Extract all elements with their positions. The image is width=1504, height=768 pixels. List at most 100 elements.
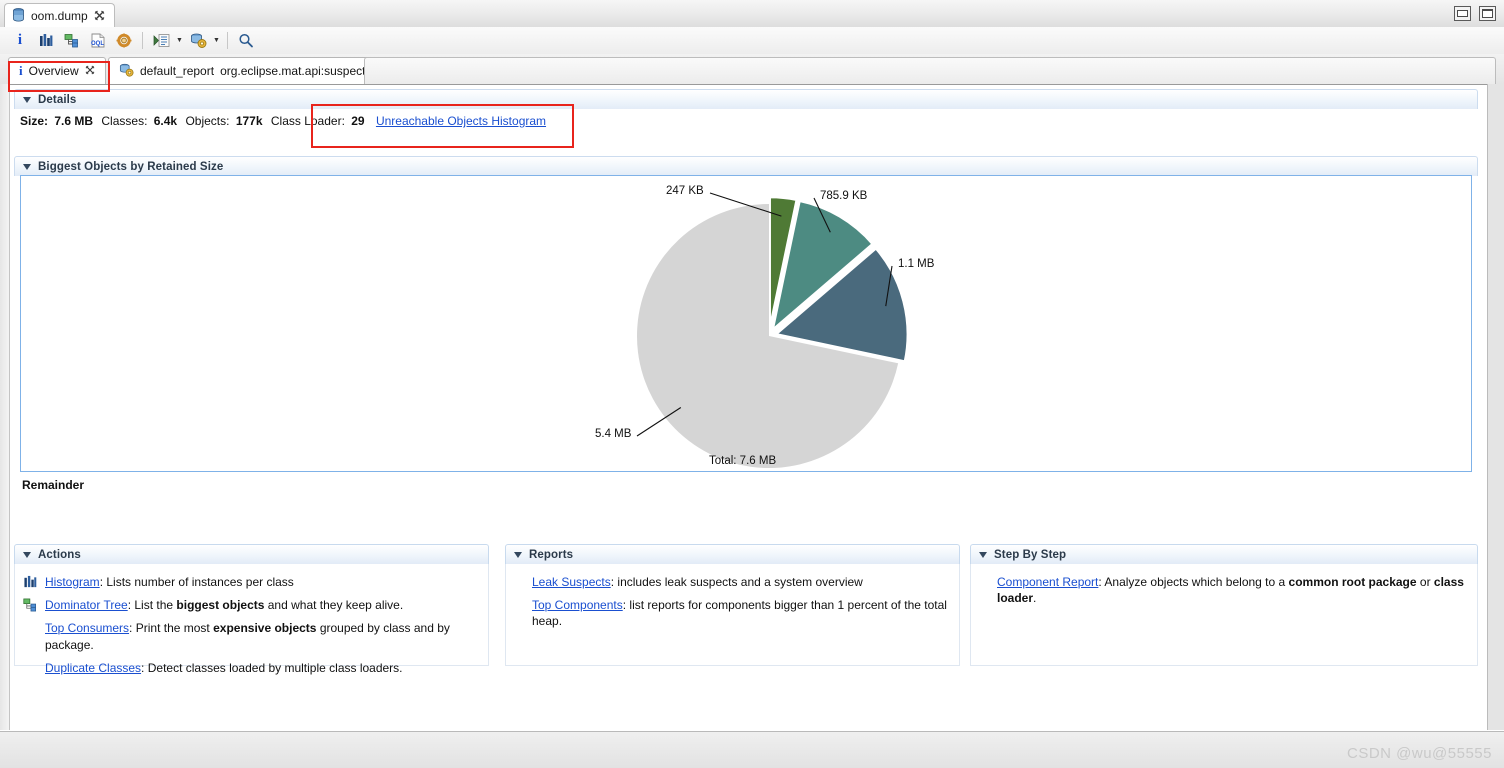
actions-panel: Actions Histogram: Lists number of insta…: [14, 544, 489, 675]
details-classes-label: Classes:: [101, 114, 148, 128]
tab-overview[interactable]: i Overview: [8, 57, 106, 84]
main-toolbar: i OQL ▼ ▼: [0, 27, 1504, 55]
run-expert-system-test-icon[interactable]: [186, 30, 210, 52]
action-item-dominator-tree[interactable]: Dominator Tree: List the biggest objects…: [23, 597, 480, 613]
actions-panel-title: Actions: [38, 548, 81, 561]
close-icon[interactable]: [94, 10, 105, 23]
report-item-leak-suspects[interactable]: Leak Suspects: includes leak suspects an…: [532, 574, 951, 590]
desc: Lists number of instances per class: [103, 575, 294, 589]
step-by-step-panel: Step By Step Component Report: Analyze o…: [970, 544, 1478, 666]
maximize-button[interactable]: [1479, 6, 1496, 21]
desc-pre: Print the most: [132, 621, 214, 636]
collapse-triangle-icon[interactable]: [979, 551, 987, 558]
desc-bold: biggest objects: [176, 598, 265, 613]
overview-info-icon[interactable]: i: [8, 30, 32, 52]
details-classes-value: 6.4k: [153, 114, 178, 128]
dominator-tree-icon: [23, 598, 39, 613]
histogram-icon: [23, 575, 39, 590]
reports-panel-header[interactable]: Reports: [505, 544, 960, 564]
pie-total-label: Total: 7.6 MB: [709, 455, 777, 467]
status-bar: 70M of 97M: [0, 731, 1504, 768]
action-item-histogram[interactable]: Histogram: Lists number of instances per…: [23, 574, 480, 590]
pie-label-247kb: 247 KB: [666, 185, 704, 197]
details-objects-label: Objects:: [185, 114, 230, 128]
dominator-tree-icon[interactable]: [60, 30, 84, 52]
view-tab-bar: i Overview default_report org.eclipse.ma…: [0, 54, 1504, 84]
expert-system-dropdown-arrow[interactable]: ▼: [212, 30, 221, 52]
right-gutter-scrollbar[interactable]: [1487, 84, 1504, 730]
actions-panel-header[interactable]: Actions: [14, 544, 489, 564]
blank-icon: [23, 621, 39, 636]
window-controls: [1454, 6, 1496, 21]
biggest-objects-section-header[interactable]: Biggest Objects by Retained Size: [14, 156, 1478, 176]
reports-panel-title: Reports: [529, 548, 574, 561]
desc-post: and what they keep alive.: [264, 598, 404, 613]
step-item-component-report[interactable]: Component Report: Analyze objects which …: [997, 574, 1469, 606]
dominator-tree-link[interactable]: Dominator Tree: [45, 598, 128, 612]
reports-panel-body: Leak Suspects: includes leak suspects an…: [505, 564, 960, 666]
toolbar-separator: [142, 32, 143, 49]
calculate-retained-size-icon[interactable]: [112, 30, 136, 52]
find-icon[interactable]: [234, 30, 258, 52]
actions-panel-body: Histogram: Lists number of instances per…: [14, 564, 489, 675]
histogram-link[interactable]: Histogram: [45, 575, 100, 589]
histogram-icon[interactable]: [34, 30, 58, 52]
toolbar-separator-2: [227, 32, 228, 49]
close-icon[interactable]: [85, 64, 95, 78]
details-objects-value: 177k: [235, 114, 263, 128]
action-item-top-consumers[interactable]: Top Consumers: Print the most expensive …: [23, 620, 480, 652]
details-summary-line: Size: 7.6 MB Classes: 6.4k Objects: 177k…: [20, 114, 546, 128]
pie-label-5-4mb: 5.4 MB: [595, 428, 632, 440]
duplicate-classes-link[interactable]: Duplicate Classes: [45, 661, 141, 675]
editor-tab-oom-dump[interactable]: oom.dump: [4, 3, 115, 28]
pie-label-785kb: 785.9 KB: [820, 190, 868, 202]
info-icon: i: [19, 63, 23, 78]
tab-overview-label: Overview: [28, 64, 79, 78]
editor-tab-label: oom.dump: [31, 9, 88, 23]
report-item-top-components[interactable]: Top Components: list reports for compone…: [532, 597, 951, 629]
remainder-label: Remainder: [22, 478, 85, 492]
query-browser-icon[interactable]: [149, 30, 173, 52]
biggest-objects-section: Biggest Objects by Retained Size: [14, 156, 1478, 176]
details-section-title: Details: [38, 93, 77, 106]
app-window: oom.dump i OQL ▼ ▼ i Overview default_re…: [0, 0, 1504, 768]
view-tab-filler: [364, 57, 1496, 84]
tab-default-report-sublabel: org.eclipse.mat.api:suspects: [220, 64, 372, 78]
step-by-step-panel-title: Step By Step: [994, 548, 1067, 561]
action-item-duplicate-classes[interactable]: Duplicate Classes: Detect classes loaded…: [23, 660, 480, 676]
desc-bold-1: common root package: [1288, 575, 1417, 589]
desc-pre: List the: [131, 598, 177, 613]
svg-text:OQL: OQL: [91, 41, 104, 47]
retained-size-pie-chart[interactable]: 247 KB 785.9 KB 1.1 MB 5.4 MB Total: 7.6…: [20, 175, 1472, 472]
tab-default-report-label: default_report: [140, 64, 215, 78]
minimize-button[interactable]: [1454, 6, 1471, 21]
unreachable-objects-histogram-link[interactable]: Unreachable Objects Histogram: [376, 114, 546, 128]
biggest-objects-section-title: Biggest Objects by Retained Size: [38, 160, 224, 173]
oql-icon[interactable]: OQL: [86, 30, 110, 52]
collapse-triangle-icon[interactable]: [514, 551, 522, 558]
desc-bold: expensive objects: [213, 621, 317, 636]
desc-post: .: [1033, 591, 1037, 606]
top-components-link[interactable]: Top Components: [532, 598, 623, 612]
collapse-triangle-icon[interactable]: [23, 163, 31, 170]
pie-label-1-1mb: 1.1 MB: [898, 258, 935, 270]
details-classloader-label: Class Loader:: [270, 114, 345, 128]
reports-panel: Reports Leak Suspects: includes leak sus…: [505, 544, 960, 666]
desc: includes leak suspects and a system over…: [614, 575, 863, 589]
details-size-label: Size:: [20, 114, 49, 128]
step-by-step-panel-header[interactable]: Step By Step: [970, 544, 1478, 564]
query-browser-dropdown-arrow[interactable]: ▼: [175, 30, 184, 52]
desc-pre: Analyze objects which belong to a: [1101, 575, 1289, 589]
title-bar: oom.dump: [0, 0, 1504, 28]
top-consumers-link[interactable]: Top Consumers: [45, 621, 129, 635]
leak-suspects-link[interactable]: Leak Suspects: [532, 575, 611, 589]
component-report-link[interactable]: Component Report: [997, 575, 1098, 589]
left-gutter: [0, 84, 10, 730]
collapse-triangle-icon[interactable]: [23, 551, 31, 558]
details-classloader-value: 29: [351, 114, 365, 128]
collapse-triangle-icon[interactable]: [23, 96, 31, 103]
step-by-step-panel-body: Component Report: Analyze objects which …: [970, 564, 1478, 666]
tab-default-report[interactable]: default_report org.eclipse.mat.api:suspe…: [108, 57, 383, 84]
details-section-header[interactable]: Details: [14, 89, 1478, 109]
desc-mid: or: [1416, 575, 1434, 589]
